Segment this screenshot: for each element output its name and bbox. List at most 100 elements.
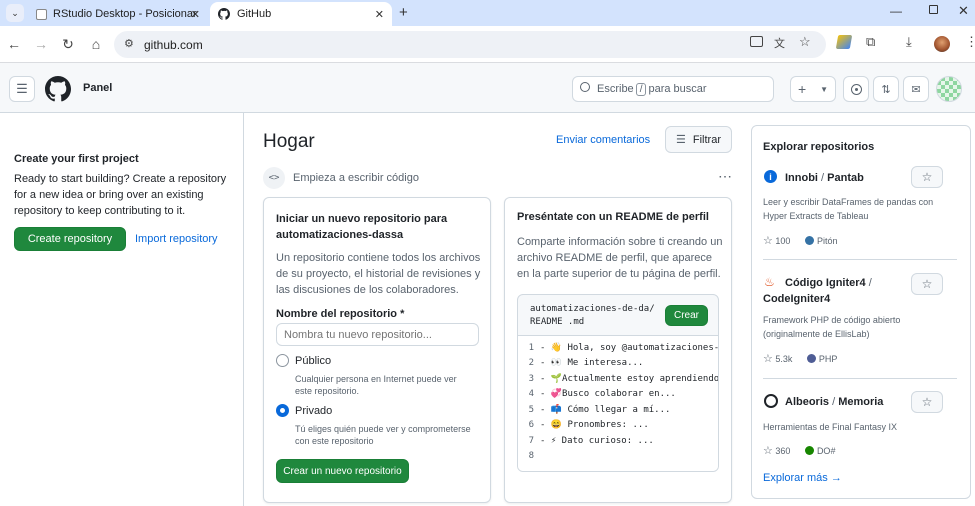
search-icon (580, 82, 590, 92)
home-icon[interactable]: ⌂ (87, 35, 105, 53)
repo-stars: 360 (775, 446, 791, 456)
repo-owner[interactable]: Código Igniter4 (785, 277, 866, 289)
private-radio[interactable] (276, 404, 289, 417)
repo-name-input[interactable] (276, 323, 479, 346)
plus-icon: + (797, 81, 807, 97)
search-placeholder-prefix: Escribe (597, 83, 634, 95)
new-repository-card: Iniciar un nuevo repositorio para automa… (263, 197, 491, 503)
reload-icon[interactable]: ↻ (59, 35, 77, 53)
code-line: 5 - 📫 Cómo llegar a mí... (518, 402, 718, 418)
close-tab-icon[interactable]: ✕ (191, 8, 200, 21)
tab-title: RStudio Desktop - Posicionar (53, 8, 197, 20)
line-text: - 👋 Hola, soy @automatizaciones-d (540, 342, 719, 353)
browser-tab-rstudio[interactable]: RStudio Desktop - Posicionar ✕ (28, 2, 208, 26)
close-tab-icon[interactable]: ✕ (375, 8, 384, 21)
user-avatar[interactable] (936, 76, 962, 102)
line-number: 8 (528, 451, 534, 462)
download-icon[interactable]: ⤓ (906, 34, 912, 50)
bookmark-star-icon[interactable]: ☆ (799, 34, 811, 50)
explore-repo-item: i Innobi / Pantab ☆ Leer y escribir Data… (763, 166, 943, 258)
more-options-icon[interactable]: ⋯ (718, 168, 733, 185)
repo-meta: ☆ 5.3k PHP (763, 352, 837, 365)
forward-arrow-icon[interactable]: → (32, 35, 50, 53)
tab-list-button[interactable]: ⌄ (6, 4, 24, 22)
feedback-link[interactable]: Enviar comentarios (556, 134, 650, 146)
star-count-icon: ☆ (763, 235, 773, 247)
code-line: 6 - 😄 Pronombres: ... (518, 418, 718, 434)
browser-tab-bar: ⌄ RStudio Desktop - Posicionar ✕ GitHub … (0, 0, 975, 26)
repo-owner[interactable]: Albeoris (785, 396, 829, 408)
line-number: 7 (528, 435, 534, 446)
install-app-icon[interactable] (750, 36, 763, 47)
repo-owner[interactable]: Innobi (785, 172, 818, 184)
repo-language: PHP (818, 354, 838, 364)
close-window-button[interactable]: ✕ (958, 3, 969, 19)
repo-name[interactable]: Memoria (838, 396, 883, 408)
filter-icon: ☰ (676, 134, 686, 146)
repo-name[interactable]: CodeIgniter4 (763, 293, 830, 305)
filter-button[interactable]: ☰ Filtrar (665, 126, 732, 153)
inbox-icon[interactable]: ✉ (903, 76, 929, 102)
language-color-dot (806, 354, 816, 363)
code-line: 7 - ⚡ Dato curioso: ... (518, 433, 718, 449)
copilot-prompt-bar[interactable]: <> Empieza a escribir código ⋯ (263, 166, 733, 190)
create-new-dropdown[interactable]: + ▼ (790, 76, 836, 102)
translate-icon[interactable]: 文 (774, 35, 785, 51)
search-shortcut-key: / (635, 82, 647, 96)
repo-meta: ☆ 360 DO# (763, 444, 835, 457)
extensions-puzzle-icon[interactable]: ⧉ (866, 34, 875, 50)
profile-avatar[interactable] (934, 36, 950, 52)
create-new-repository-button[interactable]: Crear un nuevo repositorio (276, 459, 409, 483)
repo-full-name[interactable]: Innobi / Pantab (785, 170, 905, 186)
line-text: - 💞️Busco colaborar en... (540, 389, 676, 400)
repo-full-name[interactable]: Código Igniter4 / CodeIgniter4 (763, 275, 903, 307)
repo-full-name[interactable]: Albeoris / Memoria (785, 394, 910, 410)
code-line: 3 - 🌱Actualmente estoy aprendiendo. (518, 371, 718, 387)
page-context-title[interactable]: Panel (83, 82, 112, 94)
address-bar[interactable]: ⚙ github.com 文 ☆ (114, 31, 826, 58)
public-description: Cualquier persona en Internet puede ver … (295, 374, 457, 396)
tab-title: GitHub (237, 8, 272, 20)
repo-name[interactable]: Pantab (827, 172, 864, 184)
star-button[interactable]: ☆ (911, 273, 943, 295)
search-input[interactable]: Escribe / para buscar (572, 76, 774, 102)
private-label[interactable]: Privado (295, 405, 332, 417)
minimize-window-button[interactable]: — (890, 4, 902, 18)
code-lines: 1 - 👋 Hola, soy @automatizaciones-d 2 - 👀 M… (518, 336, 719, 464)
github-logo-icon[interactable] (45, 76, 71, 102)
page-title: Hogar (263, 131, 315, 152)
readme-create-button[interactable]: Crear (665, 305, 708, 326)
star-count-icon: ☆ (763, 353, 773, 365)
line-number: 1 (528, 342, 534, 353)
pull-requests-icon[interactable]: ⇅ (873, 76, 899, 102)
star-icon: ☆ (921, 170, 933, 184)
public-radio[interactable] (276, 354, 289, 367)
public-label[interactable]: Público (295, 355, 331, 367)
hamburger-menu-icon[interactable]: ☰ (9, 76, 35, 102)
create-repository-button[interactable]: Create repository (14, 227, 126, 251)
new-tab-button[interactable]: + (399, 4, 408, 21)
url-text: github.com (144, 37, 203, 52)
line-number: 6 (528, 420, 534, 431)
new-repo-card-description: Un repositorio contiene todos los archiv… (276, 252, 481, 296)
explore-repo-item: Albeoris / Memoria ☆ Herramientas de Fin… (763, 391, 943, 463)
repo-description: Herramientas de Final Fantasy IX (763, 422, 898, 432)
explore-more-link[interactable]: Explorar más → (763, 472, 842, 484)
import-repository-link[interactable]: Import repository (135, 233, 218, 245)
site-info-icon[interactable]: ⚙ (124, 37, 134, 50)
star-button[interactable]: ☆ (911, 391, 943, 413)
code-line: 2 - 👀 Me interesa... (518, 356, 718, 372)
github-header: ☰ Panel Escribe / para buscar + ▼ ⇅ ✉ (0, 63, 975, 113)
extension-pen-icon[interactable] (835, 35, 853, 49)
new-repo-card-title: Iniciar un nuevo repositorio para automa… (276, 213, 448, 241)
browser-tab-github[interactable]: GitHub ✕ (210, 2, 392, 26)
back-arrow-icon[interactable]: ← (5, 35, 23, 53)
readme-preview: automatizaciones-de-da/ README .md Crear… (517, 294, 719, 472)
first-project-text: Ready to start building? Create a reposi… (14, 173, 227, 217)
browser-menu-icon[interactable]: ⋮ (965, 34, 975, 50)
star-button[interactable]: ☆ (911, 166, 943, 188)
repo-name-label: Nombre del repositorio * (276, 308, 405, 320)
restore-window-button[interactable] (929, 5, 938, 14)
line-number: 3 (528, 373, 534, 384)
issues-icon[interactable] (843, 76, 869, 102)
